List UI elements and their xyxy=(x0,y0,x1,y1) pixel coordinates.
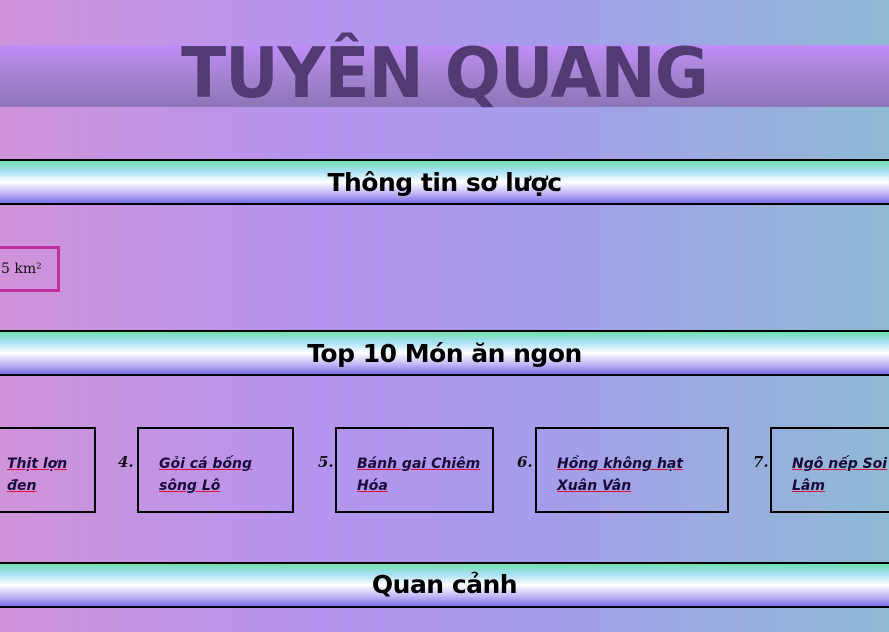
food-card: Hồng không hạt Xuân Vân xyxy=(535,427,729,513)
food-link[interactable]: Hồng không hạt Xuân Vân xyxy=(557,453,717,497)
food-card: Ngô nếp Soi Lâm xyxy=(770,427,889,513)
food-number: 6. xyxy=(517,453,533,471)
area-value: 5 km² xyxy=(1,261,42,277)
section-title-overview: Thông tin sơ lược xyxy=(327,168,562,197)
food-card: Gỏi cá bống sông Lô xyxy=(137,427,294,513)
food-card: Bánh gai Chiêm Hóa xyxy=(335,427,494,513)
section-title-food: Top 10 Món ăn ngon xyxy=(307,339,582,368)
food-link[interactable]: Thịt lợn đen xyxy=(7,453,81,497)
section-title-scenery: Quan cảnh xyxy=(371,570,518,599)
food-link[interactable]: Bánh gai Chiêm Hóa xyxy=(357,453,482,497)
area-info-box: 5 km² xyxy=(0,246,60,292)
food-card: Thịt lợn đen xyxy=(0,427,96,513)
page-title: TUYÊN QUANG xyxy=(181,33,709,114)
food-number: 4. xyxy=(118,453,134,471)
food-link[interactable]: Ngô nếp Soi Lâm xyxy=(792,453,888,497)
food-link[interactable]: Gỏi cá bống sông Lô xyxy=(159,453,282,497)
food-number: 5. xyxy=(318,453,334,471)
food-number: 7. xyxy=(753,453,769,471)
